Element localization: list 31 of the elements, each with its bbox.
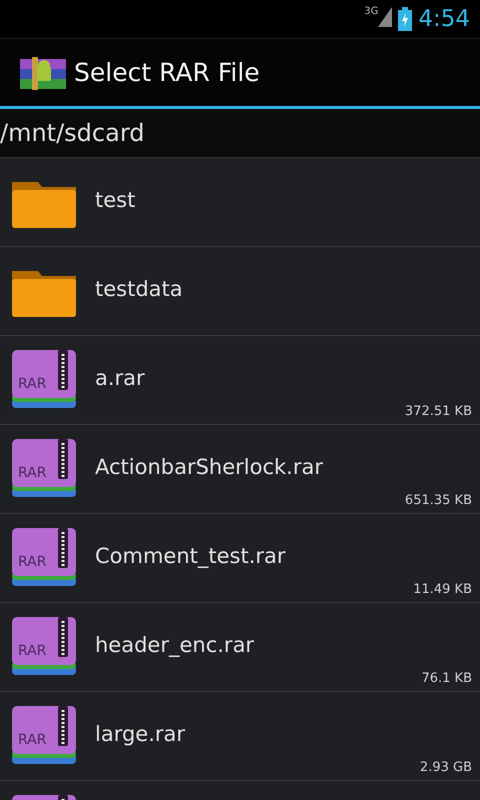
file-name: a.rar bbox=[95, 366, 145, 390]
battery-icon bbox=[398, 7, 412, 31]
file-size: 2.93 GB bbox=[420, 760, 472, 775]
file-name: Comment_test.rar bbox=[95, 544, 286, 568]
clock: 4:54 bbox=[418, 6, 470, 32]
archive-label: RAR bbox=[18, 732, 46, 748]
file-size: 11.49 KB bbox=[413, 582, 472, 597]
screen-title: Select RAR File bbox=[74, 58, 260, 87]
file-row[interactable]: RAR Comment_test.rar 11.49 KB bbox=[0, 514, 480, 603]
file-name: test bbox=[95, 188, 136, 212]
current-path: /mnt/sdcard bbox=[0, 119, 144, 147]
app-icon bbox=[18, 54, 68, 90]
file-row[interactable]: RAR header_enc.rar 76.1 KB bbox=[0, 603, 480, 692]
network-type: 3G bbox=[364, 7, 378, 17]
file-row[interactable]: test bbox=[0, 158, 480, 247]
file-row[interactable]: RAR ActionbarSherlock.rar 651.35 KB bbox=[0, 425, 480, 514]
archive-label: RAR bbox=[18, 465, 46, 481]
archive-label: RAR bbox=[18, 554, 46, 570]
archive-label: RAR bbox=[18, 643, 46, 659]
file-name: header_enc.rar bbox=[95, 633, 254, 657]
file-size: 76.1 KB bbox=[421, 671, 472, 686]
file-name: large.rar bbox=[95, 722, 186, 746]
file-row[interactable]: RAR large.rar 2.93 GB bbox=[0, 692, 480, 781]
file-row[interactable]: testdata bbox=[0, 247, 480, 336]
file-name: testdata bbox=[95, 277, 183, 301]
file-name: ActionbarSherlock.rar bbox=[95, 455, 323, 479]
signal-icon bbox=[378, 7, 392, 27]
file-row[interactable]: RAR a.rar 372.51 KB bbox=[0, 336, 480, 425]
file-size: 372.51 KB bbox=[404, 404, 472, 419]
file-size: 651.35 KB bbox=[404, 493, 472, 508]
archive-label: RAR bbox=[18, 376, 46, 392]
